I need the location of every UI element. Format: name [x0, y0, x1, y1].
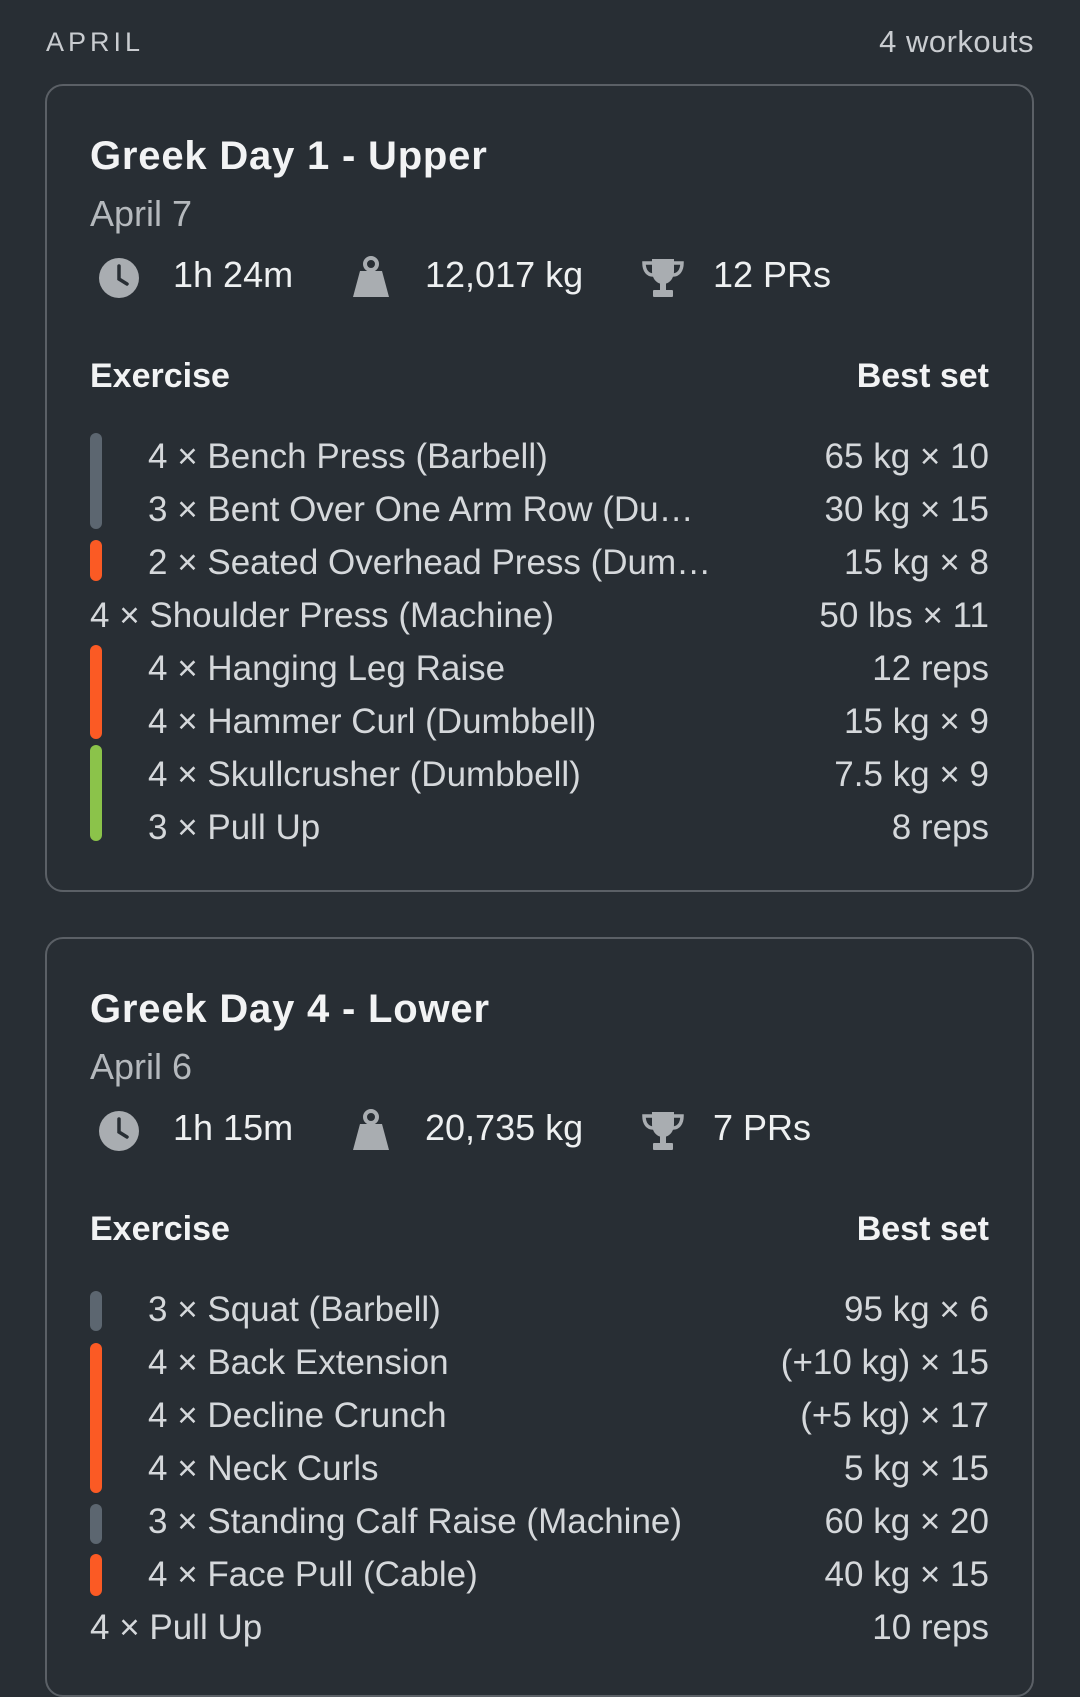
- exercise-best-set: 12 reps: [872, 648, 989, 688]
- weight-icon: [353, 256, 389, 297]
- exercise-name: 4 × Neck Curls: [148, 1448, 379, 1488]
- exercise-name: 4 × Back Extension: [148, 1342, 449, 1382]
- workout-duration: 1h 24m: [173, 254, 294, 295]
- exercise-name: 3 × Squat (Barbell): [148, 1289, 441, 1329]
- exercise-row: 3 × Standing Calf Raise (Machine) 60 kg …: [90, 1495, 989, 1548]
- workout-date: April 7: [90, 193, 193, 234]
- exercise-row: 4 × Neck Curls 5 kg × 15: [90, 1442, 989, 1495]
- exercise-best-set: 15 kg × 9: [844, 701, 989, 741]
- exercise-name: 3 × Pull Up: [148, 807, 321, 847]
- exercise-name: 4 × Bench Press (Barbell): [148, 436, 548, 476]
- exercise-name: 3 × Bent Over One Arm Row (Du…: [148, 489, 694, 529]
- exercise-table-header: Exercise Best set: [90, 1207, 989, 1251]
- exercise-name: 3 × Standing Calf Raise (Machine): [148, 1501, 683, 1541]
- exercise-best-set: 8 reps: [891, 807, 989, 847]
- exercise-best-set: 30 kg × 15: [824, 489, 989, 529]
- exercise-name: 4 × Shoulder Press (Machine): [90, 595, 554, 635]
- workout-title: Greek Day 4 - Lower: [90, 987, 490, 1031]
- exercise-list: 3 × Squat (Barbell) 95 kg × 6 4 × Back E…: [90, 1283, 989, 1654]
- exercise-name: 4 × Face Pull (Cable): [148, 1554, 478, 1594]
- trophy-icon: [642, 259, 684, 297]
- workout-volume: 12,017 kg: [425, 254, 584, 295]
- exercise-row: 2 × Seated Overhead Press (Dum… 15 kg × …: [90, 536, 989, 589]
- exercise-best-set: 15 kg × 8: [844, 542, 989, 582]
- exercise-row: 4 × Hammer Curl (Dumbbell) 15 kg × 9: [90, 695, 989, 748]
- exercise-name: 4 × Hanging Leg Raise: [148, 648, 506, 688]
- exercise-best-set: (+10 kg) × 15: [780, 1342, 989, 1382]
- month-label: APRIL: [46, 26, 145, 57]
- workout-prs: 7 PRs: [713, 1107, 812, 1148]
- exercise-best-set: (+5 kg) × 17: [800, 1395, 989, 1435]
- exercise-row: 4 × Bench Press (Barbell) 65 kg × 10: [90, 430, 989, 483]
- workout-prs: 12 PRs: [713, 254, 832, 295]
- exercise-row: 4 × Skullcrusher (Dumbbell) 7.5 kg × 9: [90, 748, 989, 801]
- workout-duration: 1h 15m: [173, 1107, 294, 1148]
- workout-stats: 1h 24m 12,017 kg 12 PRs: [97, 250, 977, 306]
- workout-card[interactable]: Greek Day 4 - Lower April 6 1h 15m 20,73…: [45, 937, 1034, 1697]
- exercise-name: 4 × Decline Crunch: [148, 1395, 447, 1435]
- exercise-row: 4 × Decline Crunch (+5 kg) × 17: [90, 1389, 989, 1442]
- exercise-name: 4 × Hammer Curl (Dumbbell): [148, 701, 597, 741]
- exercise-list: 4 × Bench Press (Barbell) 65 kg × 10 3 ×…: [90, 430, 989, 854]
- exercise-row: 4 × Face Pull (Cable) 40 kg × 15: [90, 1548, 989, 1601]
- exercise-row: 3 × Pull Up 8 reps: [90, 801, 989, 854]
- clock-icon: [99, 1111, 139, 1151]
- exercise-best-set: 50 lbs × 11: [819, 595, 989, 635]
- exercise-name: 4 × Pull Up: [90, 1607, 263, 1647]
- exercise-table-header: Exercise Best set: [90, 354, 989, 398]
- exercise-row: 4 × Pull Up 10 reps: [90, 1601, 989, 1654]
- exercise-row: 4 × Hanging Leg Raise 12 reps: [90, 642, 989, 695]
- exercise-best-set: 60 kg × 20: [824, 1501, 989, 1541]
- workout-stats: 1h 15m 20,735 kg 7 PRs: [97, 1103, 977, 1159]
- exercise-row: 4 × Back Extension (+10 kg) × 15: [90, 1336, 989, 1389]
- exercise-column-header: Exercise: [90, 1209, 230, 1248]
- clock-icon: [99, 258, 139, 298]
- workout-card[interactable]: Greek Day 1 - Upper April 7 1h 24m 12,01…: [45, 84, 1034, 892]
- exercise-row: 3 × Bent Over One Arm Row (Du… 30 kg × 1…: [90, 483, 989, 536]
- exercise-column-header: Exercise: [90, 356, 230, 395]
- exercise-name: 2 × Seated Overhead Press (Dum…: [148, 542, 712, 582]
- month-header: APRIL 4 workouts: [46, 22, 1034, 62]
- trophy-icon: [642, 1112, 684, 1150]
- exercise-row: 3 × Squat (Barbell) 95 kg × 6: [90, 1283, 989, 1336]
- exercise-name: 4 × Skullcrusher (Dumbbell): [148, 754, 581, 794]
- best-set-column-header: Best set: [856, 1209, 989, 1248]
- exercise-best-set: 7.5 kg × 9: [834, 754, 989, 794]
- weight-icon: [353, 1109, 389, 1150]
- exercise-row: 4 × Shoulder Press (Machine) 50 lbs × 11: [90, 589, 989, 642]
- exercise-best-set: 95 kg × 6: [844, 1289, 989, 1329]
- workout-volume: 20,735 kg: [425, 1107, 584, 1148]
- workout-count: 4 workouts: [879, 24, 1034, 59]
- exercise-best-set: 5 kg × 15: [844, 1448, 989, 1488]
- workout-date: April 6: [90, 1046, 193, 1087]
- best-set-column-header: Best set: [856, 356, 989, 395]
- exercise-best-set: 65 kg × 10: [824, 436, 989, 476]
- exercise-best-set: 10 reps: [872, 1607, 989, 1647]
- exercise-best-set: 40 kg × 15: [824, 1554, 989, 1594]
- workout-title: Greek Day 1 - Upper: [90, 134, 488, 178]
